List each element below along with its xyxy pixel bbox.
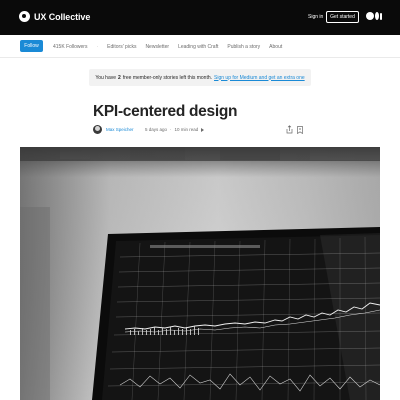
nav-item-editors-picks[interactable]: Editors' picks [107, 44, 136, 50]
share-icon[interactable] [286, 125, 293, 134]
author-name[interactable]: Max Speicher [106, 127, 134, 132]
followers-count[interactable]: 415K Followers [53, 44, 87, 50]
nav-separator: · [96, 44, 99, 50]
sign-in-link[interactable]: Sign in [308, 14, 323, 20]
hero-image-illustration [20, 147, 380, 400]
nav-item-publish-a-story[interactable]: Publish a story [227, 44, 260, 50]
sign-up-link[interactable]: Sign up for Medium and get an extra one [214, 75, 305, 81]
ux-collective-logo-icon [19, 11, 30, 22]
listen-play-icon[interactable] [201, 127, 205, 132]
read-time: 10 min read [174, 127, 199, 132]
medium-logo-icon[interactable] [366, 12, 382, 20]
notice-prefix: You have [95, 74, 117, 81]
author-avatar[interactable] [93, 125, 102, 134]
nav-item-about[interactable]: About [269, 44, 282, 50]
notice-count: 2 [118, 74, 121, 81]
brand-link[interactable]: UX Collective [19, 11, 90, 22]
article-title: KPI-centered design [93, 103, 238, 120]
meta-separator: · [170, 127, 172, 132]
brand-name: UX Collective [34, 11, 91, 22]
byline: Max Speicher 5 days ago · 10 min read [93, 125, 309, 137]
hero-image [20, 147, 380, 400]
get-started-button[interactable]: Get started [326, 11, 359, 23]
notice-middle: free member-only stories left this month… [122, 74, 213, 81]
publish-date: 5 days ago [145, 127, 168, 132]
follow-button[interactable]: Follow [20, 40, 43, 52]
member-stories-banner: You have 2 free member-only stories left… [89, 69, 311, 86]
publication-nav: Follow 415K Followers · Editors' picks N… [0, 35, 400, 58]
article-meta: 5 days ago · 10 min read [145, 127, 205, 132]
top-bar: UX Collective Sign in Get started [0, 0, 400, 35]
nav-item-newsletter[interactable]: Newsletter [145, 44, 169, 50]
nav-item-leading-with-craft[interactable]: Leading with Craft [178, 44, 218, 50]
bookmark-icon[interactable] [297, 126, 303, 134]
